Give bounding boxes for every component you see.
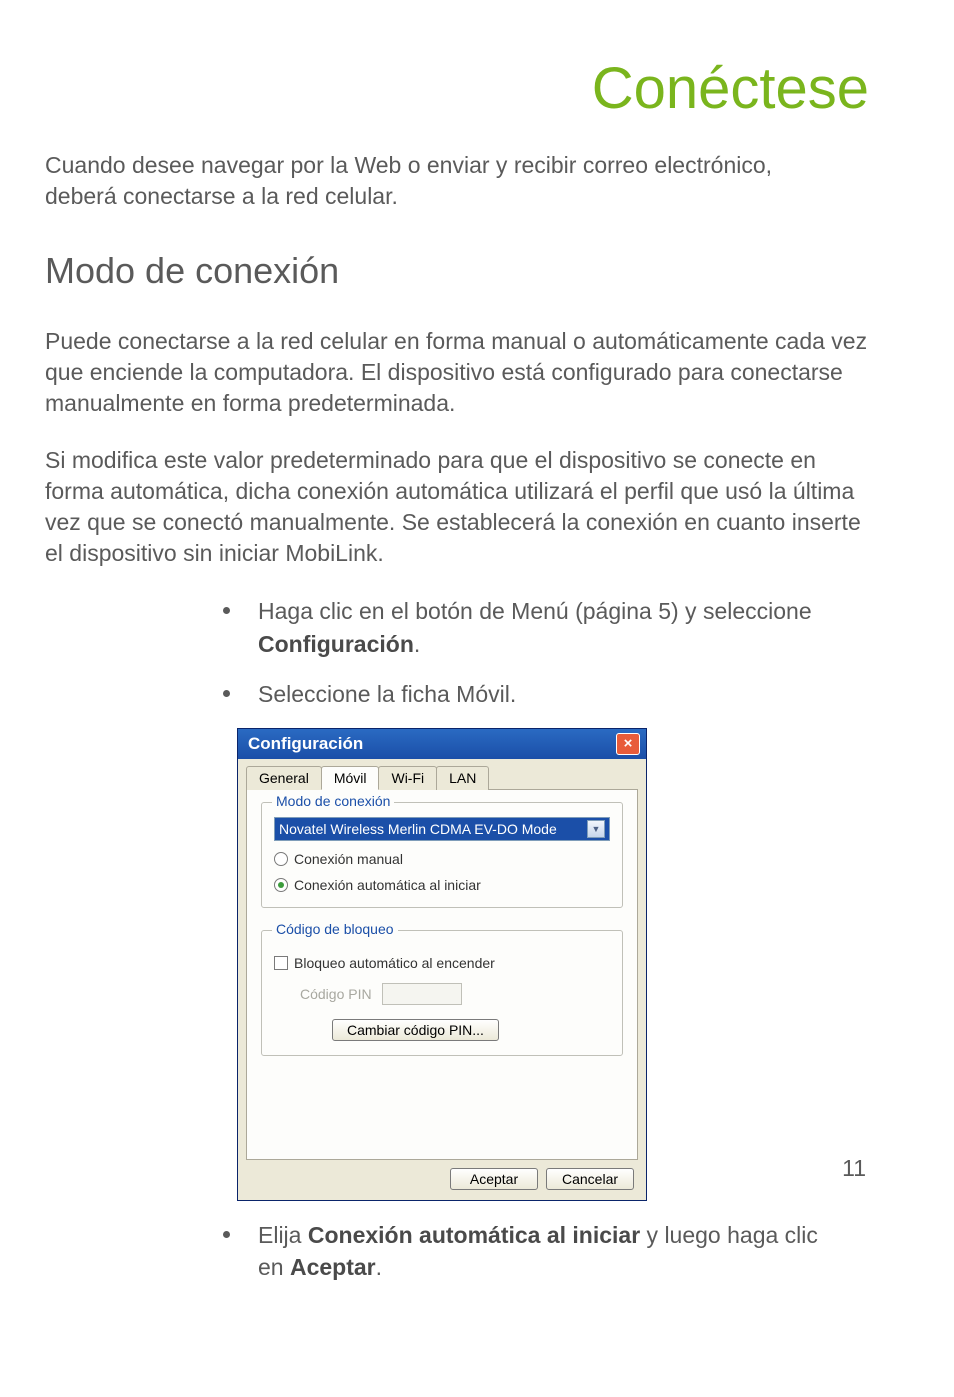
- dialog-button-row: Aceptar Cancelar: [246, 1160, 638, 1190]
- legend-lock-code: Código de bloqueo: [272, 921, 398, 937]
- checkbox-icon: [274, 956, 288, 970]
- bullet-list: Haga clic en el botón de Menú (página 5)…: [223, 595, 909, 710]
- bullet-item-2: Seleccione la ficha Móvil.: [223, 678, 849, 710]
- tab-wifi[interactable]: Wi-Fi: [378, 766, 437, 790]
- bullet3-bold1: Conexión automática al iniciar: [308, 1222, 640, 1248]
- bullet-dot-icon: [223, 690, 230, 697]
- bullet1-post: .: [414, 631, 420, 657]
- radio-auto-connection[interactable]: Conexión automática al iniciar: [274, 877, 610, 893]
- radio-auto-label: Conexión automática al iniciar: [294, 877, 481, 893]
- bullet-item-1: Haga clic en el botón de Menú (página 5)…: [223, 595, 849, 659]
- section-heading: Modo de conexión: [45, 250, 909, 292]
- ok-button[interactable]: Aceptar: [450, 1168, 538, 1190]
- chevron-down-icon: ▼: [587, 820, 605, 838]
- paragraph-1: Puede conectarse a la red celular en for…: [45, 326, 909, 419]
- dialog-title: Configuración: [248, 734, 363, 754]
- bullet-item-3: Elija Conexión automática al iniciar y l…: [223, 1219, 849, 1283]
- close-button[interactable]: ×: [616, 733, 640, 755]
- pin-label: Código PIN: [300, 986, 372, 1002]
- bullet3-pre: Elija: [258, 1222, 308, 1248]
- tabs-row: General Móvil Wi-Fi LAN: [246, 765, 638, 790]
- cancel-button[interactable]: Cancelar: [546, 1168, 634, 1190]
- bullet-dot-icon: [223, 607, 230, 614]
- paragraph-2: Si modifica este valor predeterminado pa…: [45, 445, 909, 569]
- dialog-body: General Móvil Wi-Fi LAN Modo de conexión…: [238, 759, 646, 1200]
- bullet-dot-icon: [223, 1231, 230, 1238]
- checkbox-auto-lock-label: Bloqueo automático al encender: [294, 955, 495, 971]
- tab-movil[interactable]: Móvil: [321, 766, 380, 790]
- bullet3-bold2: Aceptar: [290, 1254, 376, 1280]
- bullet2-text: Seleccione la ficha Móvil.: [258, 678, 849, 710]
- config-dialog: Configuración × General Móvil Wi-Fi LAN …: [237, 728, 647, 1201]
- dialog-titlebar: Configuración ×: [238, 729, 646, 759]
- tab-lan[interactable]: LAN: [436, 766, 489, 790]
- close-icon: ×: [624, 736, 633, 751]
- radio-icon: [274, 852, 288, 866]
- tab-general[interactable]: General: [246, 766, 322, 790]
- device-select-value: Novatel Wireless Merlin CDMA EV-DO Mode: [279, 821, 557, 837]
- legend-connection-mode: Modo de conexión: [272, 793, 394, 809]
- bullet-list-2: Elija Conexión automática al iniciar y l…: [223, 1219, 909, 1283]
- page-number: 11: [842, 1155, 866, 1182]
- fieldset-lock-code: Código de bloqueo Bloqueo automático al …: [261, 930, 623, 1056]
- fieldset-connection-mode: Modo de conexión Novatel Wireless Merlin…: [261, 802, 623, 908]
- dialog-screenshot: Configuración × General Móvil Wi-Fi LAN …: [237, 728, 647, 1201]
- pin-row: Código PIN: [300, 983, 610, 1005]
- intro-paragraph: Cuando desee navegar por la Web o enviar…: [45, 150, 909, 212]
- checkbox-auto-lock[interactable]: Bloqueo automático al encender: [274, 955, 610, 971]
- change-pin-button[interactable]: Cambiar código PIN...: [332, 1019, 499, 1041]
- page-title: Conéctese: [45, 55, 909, 122]
- bullet3-post: .: [376, 1254, 382, 1280]
- pin-input[interactable]: [382, 983, 462, 1005]
- bullet1-pre: Haga clic en el botón de Menú (página 5)…: [258, 598, 812, 624]
- radio-manual-label: Conexión manual: [294, 851, 403, 867]
- device-select[interactable]: Novatel Wireless Merlin CDMA EV-DO Mode …: [274, 817, 610, 841]
- radio-icon: [274, 878, 288, 892]
- radio-manual-connection[interactable]: Conexión manual: [274, 851, 610, 867]
- bullet1-bold: Configuración: [258, 631, 414, 657]
- tab-panel-movil: Modo de conexión Novatel Wireless Merlin…: [246, 790, 638, 1160]
